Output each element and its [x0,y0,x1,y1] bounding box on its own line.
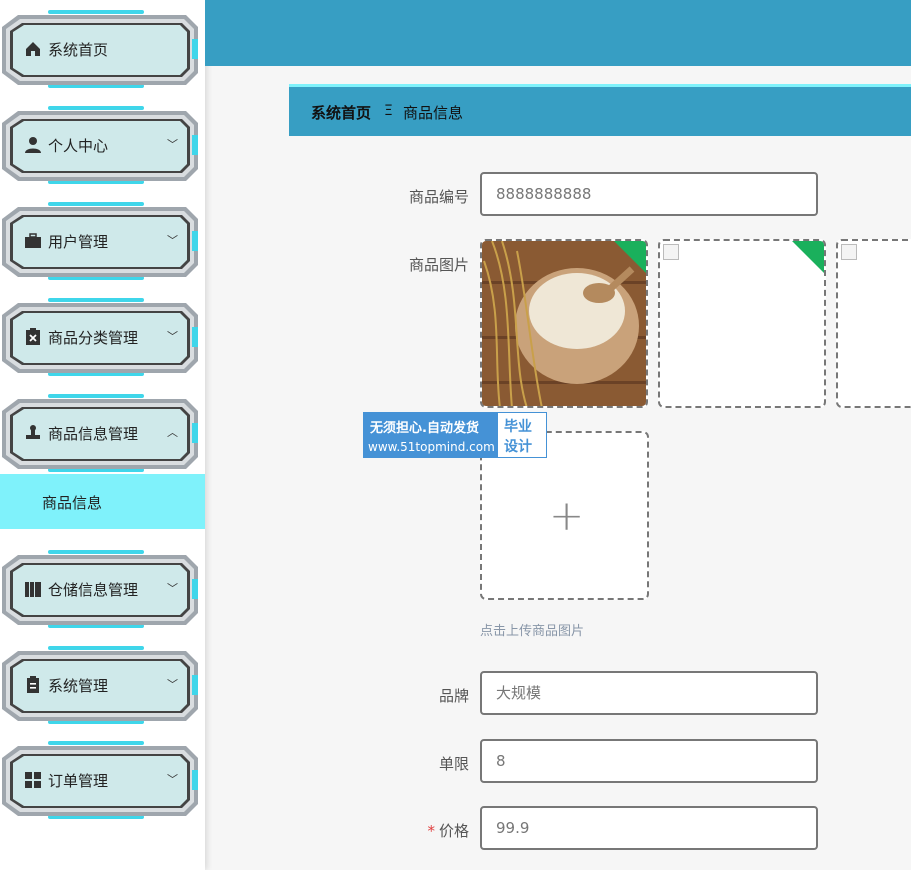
chevron-icon: ﹀ [167,234,178,247]
books-icon [24,580,42,598]
sidebar-item-label: 商品信息管理 [48,424,139,443]
breadcrumb-home-link[interactable]: 系统首页 [311,102,371,123]
selected-corner-mark [614,241,646,273]
product-image-thumbnail[interactable] [480,239,648,408]
sidebar-item-4[interactable]: 商品分类管理 ﹀ [0,297,200,377]
product-image-slot[interactable] [836,239,911,408]
product-code-input[interactable]: 8888888888 [480,172,818,216]
broken-image-icon [663,244,679,260]
product-image-label: 商品图片 [408,256,469,274]
sidebar-item-content: 系统管理 [24,645,174,725]
sidebar-item-8[interactable]: 订单管理 ﹀ [0,740,200,820]
watermark-line2: www.51topmind.com [368,440,495,454]
price-label: * 价格 [349,820,469,841]
home-icon [24,40,42,58]
sidebar-item-3[interactable]: 用户管理 ﹀ [0,201,200,281]
sidebar-item-content: 订单管理 [24,740,174,820]
sidebar-item-7[interactable]: 系统管理 ﹀ [0,645,200,725]
sidebar-item-5[interactable]: 商品信息管理 ︿ [0,393,200,473]
chevron-icon: ﹀ [167,582,178,595]
sidebar-item-1[interactable]: 系统首页 [0,9,200,89]
sidebar-item-content: 商品分类管理 [24,297,174,377]
breadcrumb-current: 商品信息 [403,104,464,122]
chevron-icon: ﹀ [167,773,178,786]
brand-input[interactable]: 大规模 [480,671,818,715]
chevron-icon: ﹀ [167,330,178,343]
limit-label: 单限 [438,755,469,773]
chevron-icon: ︿ [167,426,178,439]
plus-icon: + [549,491,585,540]
product-code-label: 商品编号 [408,188,469,206]
broken-image-icon [841,244,857,260]
sidebar-item-content: 用户管理 [24,201,174,281]
sidebar-item-content: 个人中心 [24,105,174,185]
watermark-line1: 无须担心.自动发货 [370,421,479,436]
briefcase-icon [24,232,42,250]
sidebar-item-label: 仓储信息管理 [48,580,139,599]
top-header-bar [205,0,911,66]
sidebar-item-label: 系统管理 [48,676,109,695]
brand-label: 品牌 [438,687,469,705]
sidebar-item-2[interactable]: 个人中心 ﹀ [0,105,200,185]
sidebar-item-label: 个人中心 [48,136,109,155]
sidebar-item-label: 商品分类管理 [48,328,139,347]
breadcrumb-separator: Ξ [384,103,393,119]
chevron-icon: ﹀ [167,138,178,151]
document-icon [24,676,42,694]
submenu-item-label: 商品信息 [42,494,103,512]
clipboard-x-icon [24,328,42,346]
stamp-icon [24,424,42,442]
sidebar-item-label: 系统首页 [48,40,109,59]
limit-input[interactable]: 8 [480,739,818,783]
sidebar-item-content: 系统首页 [24,9,174,89]
price-label-text: 价格 [438,822,469,840]
watermark-box: 毕业 设计 [498,413,546,457]
watermark-box-line2: 设计 [504,439,532,455]
watermark-box-line1: 毕业 [504,419,532,435]
submenu-item-product-info[interactable]: 商品信息 [0,474,205,529]
chevron-icon: ﹀ [167,678,178,691]
sidebar-item-label: 用户管理 [48,232,109,251]
product-image-slot[interactable] [658,239,826,408]
user-icon [24,136,42,154]
selected-corner-mark [792,241,824,273]
sidebar-item-content: 仓储信息管理 [24,549,174,629]
sidebar-item-content: 商品信息管理 [24,393,174,473]
price-input[interactable]: 99.9 [480,806,818,850]
upload-hint: 点击上传商品图片 [480,624,585,639]
sidebar: 系统首页个人中心 ﹀ 用户管理 ﹀ 商品分类管理 ﹀ 商品信息管理 ︿ 仓储信息管理 ﹀ 系统管理 ﹀… [0,0,205,870]
watermark-banner: 无须担心.自动发货 www.51topmind.com 毕业 设计 [363,412,547,458]
required-mark: * [427,822,435,840]
sidebar-item-6[interactable]: 仓储信息管理 ﹀ [0,549,200,629]
grid-icon [24,771,42,789]
breadcrumb: 系统首页 Ξ 商品信息 [289,84,911,136]
sidebar-item-label: 订单管理 [48,771,109,790]
